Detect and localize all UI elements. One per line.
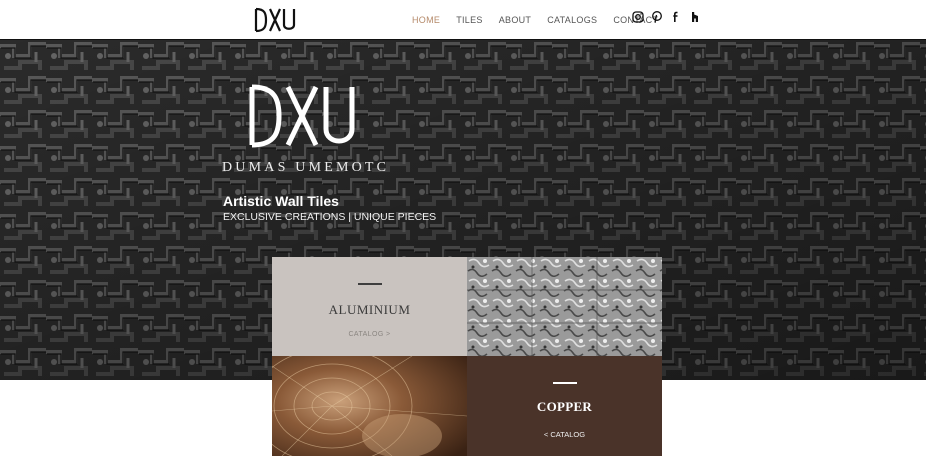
dxu-logo-icon [254, 7, 296, 33]
social-links [632, 11, 701, 23]
instagram-icon[interactable] [632, 11, 644, 23]
nav-about[interactable]: ABOUT [499, 15, 532, 25]
aluminium-catalog-link[interactable]: CATALOG > [272, 331, 467, 338]
aluminium-title: ALUMINIUM [328, 302, 411, 317]
copper-texture-image [272, 356, 467, 456]
dxu-logo-icon [249, 84, 355, 148]
aluminium-texture-image [467, 257, 662, 356]
copper-tiles-photo[interactable] [272, 356, 467, 456]
site-header: HOME TILES ABOUT CATALOGS CONTACT [0, 0, 926, 40]
nav-tiles[interactable]: TILES [456, 15, 483, 25]
aluminium-tiles-photo[interactable] [467, 257, 662, 356]
pinterest-icon[interactable] [651, 11, 663, 23]
main-nav: HOME TILES ABOUT CATALOGS CONTACT [404, 13, 666, 27]
copper-title: COPPER [536, 399, 593, 414]
hero-logo [246, 83, 358, 149]
facebook-icon[interactable] [670, 11, 682, 23]
hero-subtitle: EXCLUSIVE CREATIONS | UNIQUE PIECES [223, 211, 437, 223]
hero-brand-name: DUMAS UMEMOTC [222, 160, 390, 175]
hero-tagline: Artistic Wall Tiles [223, 193, 339, 209]
nav-catalogs[interactable]: CATALOGS [547, 15, 597, 25]
houzz-icon[interactable] [689, 11, 701, 23]
nav-home[interactable]: HOME [412, 15, 440, 25]
aluminium-tile[interactable]: ALUMINIUM CATALOG > [272, 257, 467, 356]
copper-divider [552, 382, 577, 384]
copper-catalog-link[interactable]: < CATALOG [467, 430, 662, 439]
aluminium-divider [357, 283, 382, 285]
site-logo[interactable] [254, 7, 296, 33]
copper-tile[interactable]: COPPER < CATALOG [467, 356, 662, 456]
